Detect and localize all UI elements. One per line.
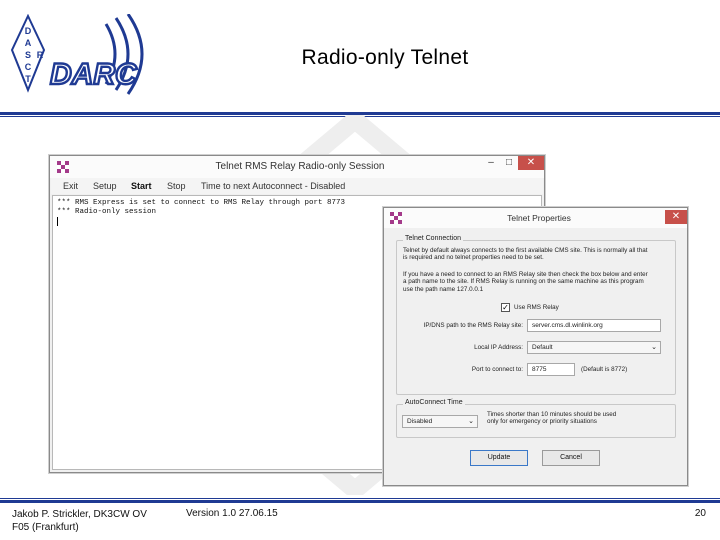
session-titlebar[interactable]: Telnet RMS Relay Radio-only Session – □ …: [50, 156, 544, 178]
svg-text:S: S: [25, 50, 31, 60]
header-rule-thin: [0, 116, 720, 117]
menu-setup[interactable]: Setup: [93, 181, 117, 191]
text-cursor: [57, 217, 58, 226]
local-ip-label: Local IP Address:: [474, 344, 523, 351]
update-button[interactable]: Update: [470, 450, 528, 466]
autoconnect-group: AutoConnect Time Disabled ⌄ Times shorte…: [396, 399, 676, 438]
local-ip-value: Default: [532, 344, 553, 351]
page-number: 20: [694, 508, 706, 519]
ip-path-input[interactable]: server.cms.dl.winlink.org: [527, 319, 661, 332]
close-button[interactable]: ✕: [518, 156, 544, 170]
autoconnect-status: Time to next Autoconnect - Disabled: [201, 181, 346, 191]
footer-author: Jakob P. Strickler, DK3CW OV F05 (Frankf…: [12, 509, 147, 533]
properties-close-button[interactable]: ✕: [665, 210, 687, 224]
autoconnect-note: Times shorter than 10 minutes should be …: [487, 411, 617, 426]
menu-start[interactable]: Start: [131, 181, 152, 191]
autoconnect-select[interactable]: Disabled ⌄: [402, 415, 478, 428]
properties-title: Telnet Properties: [507, 213, 571, 223]
maximize-button[interactable]: □: [500, 156, 518, 170]
footer-version: Version 1.0 27.06.15: [186, 508, 278, 519]
use-rms-relay-label: Use RMS Relay: [514, 304, 559, 311]
svg-text:R: R: [37, 50, 44, 60]
local-ip-select[interactable]: Default ⌄: [527, 341, 661, 354]
menu-stop[interactable]: Stop: [167, 181, 186, 191]
telnet-properties-dialog: Telnet Properties ✕ Telnet Connection Te…: [383, 207, 688, 486]
chevron-down-icon: ⌄: [468, 418, 474, 425]
use-rms-relay-checkbox[interactable]: ✓: [501, 303, 510, 312]
svg-text:A: A: [25, 38, 32, 48]
properties-titlebar[interactable]: Telnet Properties ✕: [384, 208, 687, 228]
menu-exit[interactable]: Exit: [63, 181, 78, 191]
svg-text:C: C: [25, 62, 32, 72]
port-label: Port to connect to:: [471, 366, 523, 373]
ip-path-label: IP/DNS path to the RMS Relay site:: [423, 322, 523, 329]
port-default-note: (Default is 8772): [581, 366, 628, 373]
port-input[interactable]: 8775: [527, 363, 575, 376]
slide-title: Radio-only Telnet: [301, 46, 469, 69]
app-icon: [57, 161, 69, 173]
relay-info-text: If you have a need to connect to an RMS …: [403, 271, 648, 293]
menu-bar: Exit Setup Start Stop Time to next Autoc…: [51, 178, 543, 194]
telnet-info-text: Telnet by default always connects to the…: [403, 247, 648, 262]
minimize-button[interactable]: –: [482, 156, 500, 170]
svg-text:D: D: [25, 26, 32, 36]
footer-rule: [0, 500, 720, 503]
app-icon: [390, 212, 402, 224]
autoconnect-legend: AutoConnect Time: [403, 399, 465, 406]
header-rule: [0, 112, 720, 115]
chevron-down-icon: ⌄: [651, 344, 657, 351]
footer-rule-thin: [0, 498, 720, 499]
darc-wordmark: DARC: [50, 58, 138, 91]
session-window-title: Telnet RMS Relay Radio-only Session: [215, 161, 385, 172]
cancel-button[interactable]: Cancel: [542, 450, 600, 466]
telnet-connection-legend: Telnet Connection: [403, 235, 464, 242]
telnet-connection-group: Telnet Connection Telnet by default alwa…: [396, 235, 676, 395]
svg-text:T: T: [25, 74, 31, 84]
autoconnect-value: Disabled: [407, 418, 433, 425]
darc-logo: D A S C T R DARC: [10, 14, 144, 95]
